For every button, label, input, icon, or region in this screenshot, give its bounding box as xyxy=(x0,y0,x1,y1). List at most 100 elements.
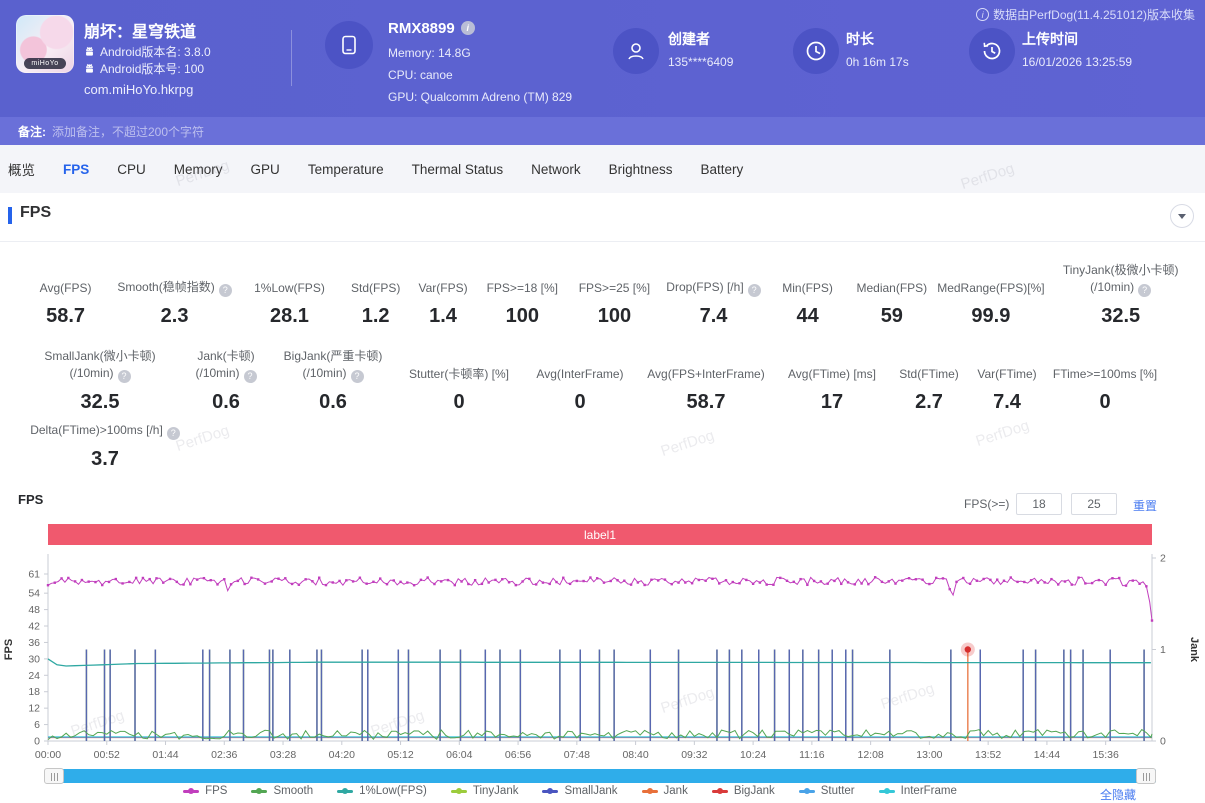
stat-value: 17 xyxy=(776,391,888,414)
app-package: com.miHoYo.hkrpg xyxy=(84,82,193,97)
legend-item-smalljank[interactable]: SmallJank xyxy=(542,785,617,797)
svg-text:61: 61 xyxy=(28,569,40,581)
chart-legend: FPS Smooth 1%Low(FPS) TinyJank SmallJank… xyxy=(0,785,1140,797)
tab-brightness[interactable]: Brightness xyxy=(609,162,673,177)
tab-network[interactable]: Network xyxy=(531,162,581,177)
stat-1pct-low: 1%Low(FPS) 28.1 xyxy=(238,280,341,328)
user-icon xyxy=(625,40,647,62)
stat-value: 0 xyxy=(524,391,636,414)
device-memory: Memory: 14.8G xyxy=(388,46,471,60)
stat-var-fps: Var(FPS) 1.4 xyxy=(410,280,475,328)
stat-stutter: Stutter(卡顿率) [%] 0 xyxy=(394,366,524,414)
stat-avg-interframe: Avg(InterFrame) 0 xyxy=(524,366,636,414)
legend-item-stutter[interactable]: Stutter xyxy=(799,785,855,797)
stat-drop-fps: Drop(FPS) [/h] 7.4 xyxy=(660,279,767,328)
tab-battery[interactable]: Battery xyxy=(700,162,743,177)
scrollbar-right-handle[interactable] xyxy=(1136,768,1156,784)
stat-value: 3.7 xyxy=(20,448,190,471)
note-bar[interactable]: 备注: 添加备注，不超过200个字符 xyxy=(0,117,1205,145)
legend-item-1pct-low[interactable]: 1%Low(FPS) xyxy=(337,785,427,797)
stat-tinyjank: TinyJank(极微小卡顿) (/10min) 32.5 xyxy=(1046,262,1195,328)
svg-text:06:56: 06:56 xyxy=(505,749,531,761)
scrollbar-left-handle[interactable] xyxy=(44,768,64,784)
stat-value: 100 xyxy=(569,305,660,328)
hide-all-link[interactable]: 全隐藏 xyxy=(1100,786,1136,803)
svg-text:08:40: 08:40 xyxy=(622,749,648,761)
legend-item-bigjank[interactable]: BigJank xyxy=(712,785,775,797)
help-icon[interactable] xyxy=(748,284,761,297)
help-icon[interactable] xyxy=(244,370,257,383)
upload-icon-circle xyxy=(969,28,1015,74)
svg-text:0: 0 xyxy=(34,736,40,748)
tab-cpu[interactable]: CPU xyxy=(117,162,146,177)
perfdog-report-page: miHoYo 崩坏：星穹铁道 Android版本名: 3.8.0 Android… xyxy=(0,0,1205,803)
creator-label: 创建者 xyxy=(668,29,710,49)
legend-marker xyxy=(879,790,895,793)
tab-overview[interactable]: 概览 xyxy=(8,159,35,179)
stat-min-fps: Min(FPS) 44 xyxy=(767,280,848,328)
android-version-name: Android版本名: 3.8.0 xyxy=(100,43,211,60)
device-info-icon[interactable]: i xyxy=(461,21,475,35)
stat-avg-fps: Avg(FPS) 58.7 xyxy=(20,280,111,328)
legend-marker xyxy=(251,790,267,793)
stat-value: 0 xyxy=(394,391,524,414)
svg-text:48: 48 xyxy=(28,604,40,616)
reset-link[interactable]: 重置 xyxy=(1133,497,1157,514)
stat-value: 100 xyxy=(476,305,569,328)
stats-row-3: Delta(FTime)>100ms [/h] 3.7 xyxy=(20,422,1195,471)
android-version-name-row: Android版本名: 3.8.0 xyxy=(84,43,211,60)
fps-threshold-input-1[interactable] xyxy=(1016,493,1062,515)
creator-icon-circle xyxy=(613,28,659,74)
tab-temperature[interactable]: Temperature xyxy=(308,162,384,177)
tab-fps[interactable]: FPS xyxy=(63,162,89,177)
stat-value: 7.4 xyxy=(660,305,767,328)
legend-item-jank[interactable]: Jank xyxy=(642,785,688,797)
help-icon[interactable] xyxy=(219,284,232,297)
legend-marker xyxy=(183,790,199,793)
help-icon[interactable] xyxy=(351,370,364,383)
svg-text:02:36: 02:36 xyxy=(211,749,237,761)
stat-ftime-ge-100ms: FTime>=100ms [%] 0 xyxy=(1044,366,1166,414)
legend-item-fps[interactable]: FPS xyxy=(183,785,227,797)
app-icon: miHoYo xyxy=(16,15,74,73)
help-icon[interactable] xyxy=(167,427,180,440)
note-placeholder[interactable]: 添加备注，不超过200个字符 xyxy=(52,123,204,140)
stat-value: 32.5 xyxy=(1046,305,1195,328)
legend-item-interframe[interactable]: InterFrame xyxy=(879,785,957,797)
app-icon-brand-text: miHoYo xyxy=(24,58,66,69)
section-title: FPS xyxy=(20,204,51,222)
stat-median-fps: Median(FPS) 59 xyxy=(848,280,935,328)
svg-text:13:52: 13:52 xyxy=(975,749,1001,761)
stat-fps-ge-18: FPS>=18 [%] 100 xyxy=(476,280,569,328)
svg-text:FPS: FPS xyxy=(3,639,15,660)
stat-value: 0.6 xyxy=(272,391,394,414)
device-icon-circle xyxy=(325,21,373,69)
tab-memory[interactable]: Memory xyxy=(174,162,223,177)
creator-value: 135****6409 xyxy=(668,55,733,69)
stats-row-1: Avg(FPS) 58.7 Smooth(稳帧指数) 2.3 1%Low(FPS… xyxy=(20,262,1195,328)
fps-chart[interactable]: 0612182430364248546101200:0000:5201:4402… xyxy=(0,550,1205,765)
note-label: 备注: xyxy=(18,123,46,140)
legend-marker xyxy=(799,790,815,793)
chart-scrollbar-track[interactable] xyxy=(46,769,1156,783)
help-icon[interactable] xyxy=(118,370,131,383)
stats-row-2: SmallJank(微小卡顿) (/10min) 32.5 Jank(卡顿) (… xyxy=(20,348,1195,414)
collapse-button[interactable] xyxy=(1170,204,1194,228)
help-icon[interactable] xyxy=(1138,284,1151,297)
stat-value: 7.4 xyxy=(970,391,1044,414)
legend-item-tinyjank[interactable]: TinyJank xyxy=(451,785,519,797)
svg-text:13:00: 13:00 xyxy=(916,749,942,761)
tab-gpu[interactable]: GPU xyxy=(251,162,280,177)
section-accent-bar xyxy=(8,207,12,224)
app-title: 崩坏：星穹铁道 xyxy=(84,18,196,42)
svg-text:10:24: 10:24 xyxy=(740,749,766,761)
stat-std-ftime: Std(FTime) 2.7 xyxy=(888,366,970,414)
svg-text:01:44: 01:44 xyxy=(152,749,178,761)
device-cpu: CPU: canoe xyxy=(388,68,453,82)
tab-thermal-status[interactable]: Thermal Status xyxy=(412,162,504,177)
android-icon xyxy=(84,63,95,74)
svg-text:6: 6 xyxy=(34,719,40,731)
legend-item-smooth[interactable]: Smooth xyxy=(251,785,313,797)
stat-value: 2.3 xyxy=(111,305,238,328)
fps-threshold-input-2[interactable] xyxy=(1071,493,1117,515)
